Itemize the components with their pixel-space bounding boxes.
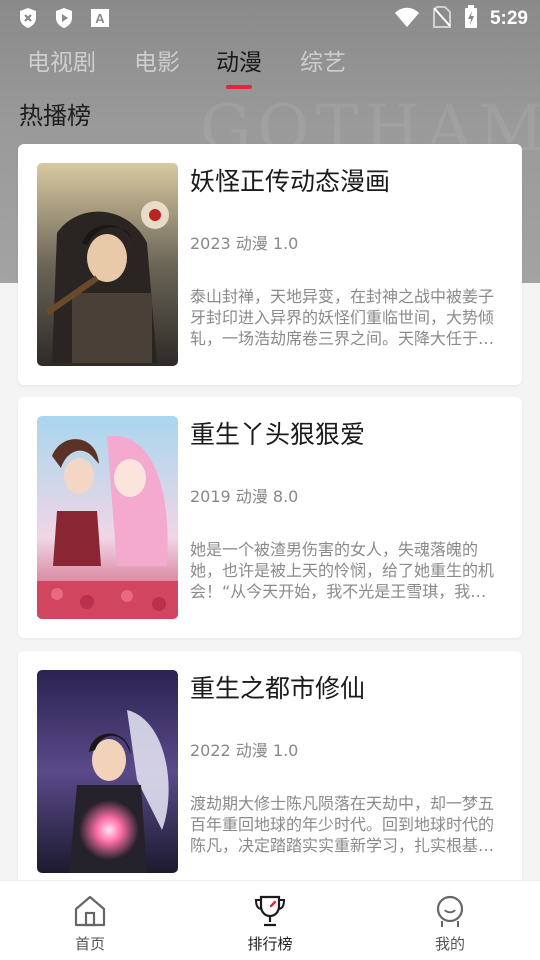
item-description: 她是一个被渣男伤害的女人，失魂落魄的她，也许是被上天的怜悯，给了她重生的机会！“…: [190, 540, 495, 601]
bottom-nav: 首页 排行榜 我的: [0, 880, 540, 960]
battery-icon: [464, 5, 478, 33]
status-bar: A 5:29: [0, 0, 540, 36]
no-sim-icon: [432, 5, 452, 33]
x-shield-icon: [18, 7, 38, 33]
list-item[interactable]: 妖怪正传动态漫画 2023 动漫 1.0 泰山封禅，天地异变，在封神之战中被姜子…: [18, 144, 522, 385]
tab-movies[interactable]: 电影: [134, 46, 180, 80]
item-title[interactable]: 妖怪正传动态漫画: [190, 162, 390, 198]
tab-variety[interactable]: 综艺: [300, 46, 346, 80]
category-tabs: 电视剧 电影 动漫 综艺: [0, 46, 540, 92]
item-description: 泰山封禅，天地异变，在封神之战中被姜子牙封印进入异界的妖怪们重临世间，大势倾轧，…: [190, 287, 495, 348]
tab-anime[interactable]: 动漫: [216, 46, 262, 80]
nav-ranking[interactable]: 排行榜: [210, 881, 330, 960]
cover-image[interactable]: [37, 416, 178, 619]
nav-profile[interactable]: 我的: [390, 881, 510, 960]
profile-icon: [432, 893, 468, 929]
svg-text:A: A: [95, 11, 105, 26]
item-description: 渡劫期大修士陈凡陨落在天劫中，却一梦五百年重回地球的年少时代。回到地球时代的陈凡…: [190, 794, 495, 855]
wifi-icon: [394, 6, 420, 32]
nav-profile-label: 我的: [434, 935, 465, 953]
nav-home-label: 首页: [74, 935, 105, 953]
item-meta: 2023 动漫 1.0: [190, 234, 299, 253]
active-tab-indicator: [226, 85, 252, 89]
item-meta: 2022 动漫 1.0: [190, 741, 299, 760]
section-title: 热播榜: [19, 102, 91, 130]
home-icon: [72, 893, 108, 929]
a-box-icon: A: [90, 8, 110, 32]
tab-tv-series[interactable]: 电视剧: [27, 46, 96, 80]
list-item[interactable]: 重生之都市修仙 2022 动漫 1.0 渡劫期大修士陈凡陨落在天劫中，却一梦五百…: [18, 651, 522, 892]
item-title[interactable]: 重生之都市修仙: [190, 669, 365, 705]
trophy-icon: [252, 893, 288, 929]
item-meta: 2019 动漫 8.0: [190, 487, 299, 506]
status-time: 5:29: [489, 8, 528, 29]
cover-image[interactable]: [37, 670, 178, 873]
cover-image[interactable]: [37, 163, 178, 366]
play-shield-icon: [54, 7, 74, 33]
list-item[interactable]: 重生丫头狠狠爱 2019 动漫 8.0 她是一个被渣男伤害的女人，失魂落魄的她，…: [18, 397, 522, 638]
nav-ranking-label: 排行榜: [247, 935, 293, 953]
item-title[interactable]: 重生丫头狠狠爱: [190, 415, 365, 451]
nav-home[interactable]: 首页: [30, 881, 150, 960]
